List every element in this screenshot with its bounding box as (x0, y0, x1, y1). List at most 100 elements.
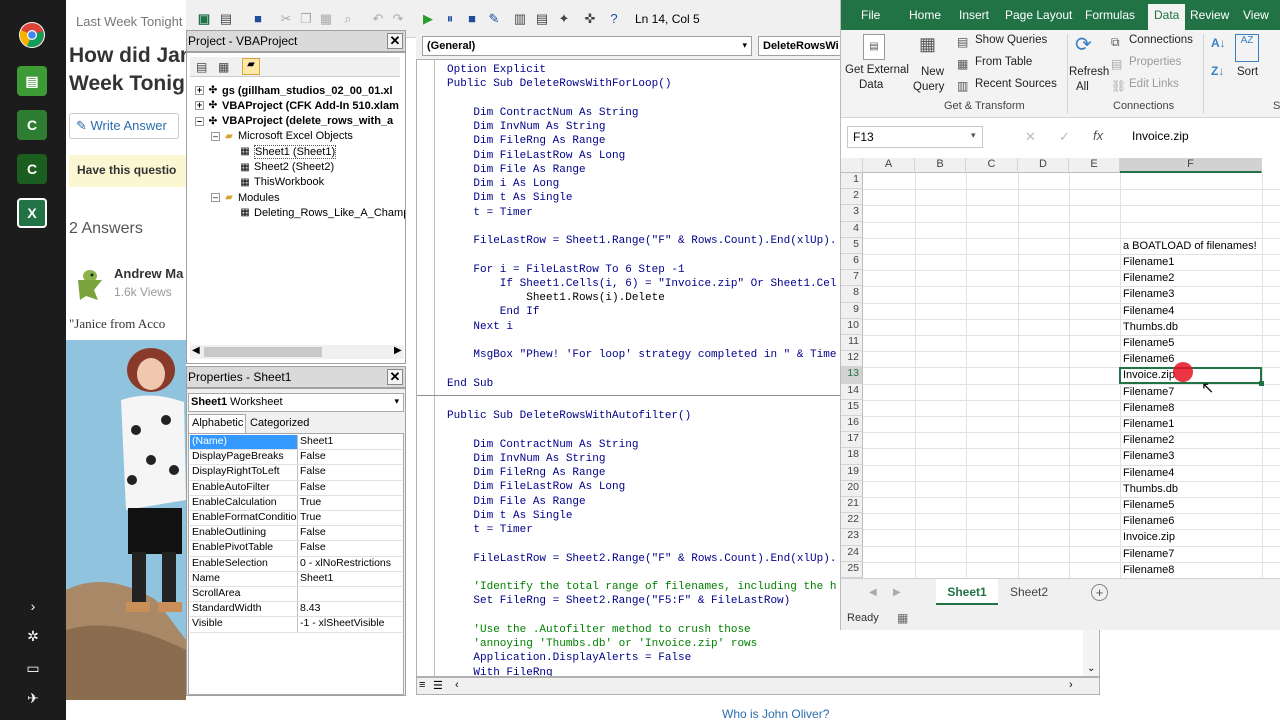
design-mode-icon[interactable]: ✎ (486, 11, 502, 27)
property-value[interactable]: True (298, 511, 321, 525)
cell-f[interactable]: Filename4 (1120, 303, 1262, 319)
chevron-down-icon[interactable]: ⌄ (1087, 663, 1095, 674)
tab-review[interactable]: Review (1190, 8, 1229, 22)
cell-f[interactable]: Filename6 (1120, 351, 1262, 367)
object-combo[interactable]: (General) ▾ (422, 36, 752, 56)
property-row[interactable]: StandardWidth 8.43 (190, 602, 402, 618)
select-all-corner[interactable] (841, 158, 863, 173)
row-header[interactable]: 19 (841, 464, 863, 481)
copy-icon[interactable]: ❐ (298, 11, 314, 27)
new-query-icon[interactable]: ▦ (919, 34, 945, 62)
scroll-left-icon[interactable]: ‹ (455, 679, 459, 691)
property-row[interactable]: Name Sheet1 (190, 571, 402, 587)
excel-icon[interactable]: X (17, 198, 47, 228)
get-external-label[interactable]: Get External (845, 64, 909, 76)
cell-f[interactable]: Filename5 (1120, 335, 1262, 351)
tab-file[interactable]: File (861, 8, 880, 22)
tree-item[interactable]: + ✣ VBAProject (CFK Add-In 510.xlam (195, 98, 399, 113)
tree-item[interactable]: + ✣ gs (gillham_studios_02_00_01.xl (195, 83, 393, 98)
cell-f[interactable] (1120, 205, 1262, 221)
code-margin[interactable] (417, 60, 435, 676)
add-sheet-button[interactable]: + (1091, 584, 1108, 601)
view-object-icon[interactable]: ▦ (218, 60, 229, 74)
notepad-icon[interactable]: ▤ (17, 66, 47, 96)
cancel-icon[interactable]: ✕ (1025, 129, 1036, 145)
sort-za-icon[interactable]: Z↓ (1211, 64, 1224, 78)
chrome-icon[interactable] (19, 22, 45, 48)
sheet-tab-sheet1[interactable]: Sheet1 (936, 579, 998, 605)
column-header[interactable]: E (1069, 158, 1120, 173)
property-value[interactable]: 0 - xlNoRestrictions (298, 557, 391, 571)
show-queries-button[interactable]: Show Queries (975, 34, 1047, 46)
column-header[interactable]: B (915, 158, 966, 173)
module-view-icon[interactable]: ☰ (433, 679, 443, 692)
tree-item[interactable]: ▦ Deleting_Rows_Like_A_Champ (227, 205, 405, 220)
row-header[interactable]: 25 (841, 561, 863, 578)
chevron-right-icon[interactable]: › (25, 598, 41, 614)
find-icon[interactable]: ⌕ (340, 11, 356, 27)
camtasia-recorder-icon[interactable]: C (17, 154, 47, 184)
answerer-name[interactable]: Andrew Ma (114, 266, 183, 281)
refresh-all-label-2[interactable]: All (1076, 81, 1089, 93)
property-row[interactable]: EnableOutlining False (190, 526, 402, 542)
fill-handle[interactable] (1259, 381, 1264, 386)
property-value[interactable]: True (298, 496, 321, 510)
cell-f[interactable]: Filename2 (1120, 432, 1262, 448)
property-value[interactable]: False (298, 450, 326, 464)
tree-hscroll[interactable]: ◀ ▶ (190, 345, 404, 359)
cell-f[interactable] (1120, 189, 1262, 205)
cell-f[interactable]: Filename6 (1120, 513, 1262, 529)
property-row[interactable]: ScrollArea (190, 587, 402, 603)
tab-insert[interactable]: Insert (959, 8, 989, 22)
write-answer-button[interactable]: ✎ Write Answer (69, 113, 179, 139)
property-value[interactable]: False (298, 526, 326, 540)
break-icon[interactable]: ⏸ (442, 11, 458, 27)
redo-icon[interactable]: ↷ (390, 11, 406, 27)
cell-f[interactable]: Filename2 (1120, 270, 1262, 286)
expand-toggle-icon[interactable] (227, 208, 236, 217)
row-header[interactable]: 4 (841, 221, 863, 238)
tab-categorized[interactable]: Categorized (246, 416, 312, 433)
cell-f[interactable]: a BOATLOAD of filenames! (1120, 238, 1262, 254)
column-header[interactable]: A (863, 158, 915, 173)
cell-f[interactable]: Filename1 (1120, 254, 1262, 270)
help-icon[interactable]: ? (606, 11, 622, 27)
macro-recording-icon[interactable]: ▦ (897, 611, 908, 625)
procedure-view-icon[interactable]: ≡ (419, 679, 425, 691)
row-header[interactable]: 10 (841, 318, 863, 335)
tab-formulas[interactable]: Formulas (1085, 8, 1135, 22)
enter-icon[interactable]: ✓ (1059, 129, 1070, 145)
property-row[interactable]: EnableSelection 0 - xlNoRestrictions (190, 556, 402, 572)
row-header[interactable]: 6 (841, 254, 863, 271)
save-icon[interactable]: ■ (250, 11, 266, 27)
cell-f[interactable] (1120, 173, 1262, 189)
cell-f[interactable]: Invoice.zip (1120, 529, 1262, 545)
insert-userform-icon[interactable]: ▤ (218, 11, 234, 27)
settings-icon[interactable]: ✲ (25, 628, 41, 645)
row-header[interactable]: 1 (841, 173, 863, 190)
row-header[interactable]: 11 (841, 335, 863, 352)
row-header[interactable]: 2 (841, 189, 863, 206)
properties-button[interactable]: Properties (1129, 56, 1181, 68)
property-row[interactable]: EnableFormatConditions True (190, 511, 402, 527)
row-header[interactable]: 20 (841, 480, 863, 497)
sort-button[interactable]: Sort (1237, 66, 1258, 78)
recent-sources-button[interactable]: Recent Sources (975, 78, 1057, 90)
row-header[interactable]: 15 (841, 399, 863, 416)
property-value[interactable]: Sheet1 (298, 572, 333, 586)
object-browser-icon[interactable]: ✦ (556, 11, 572, 27)
chevron-down-icon[interactable]: ▾ (971, 130, 976, 141)
get-external-data-icon[interactable]: ▤ (863, 34, 885, 60)
expand-toggle-icon[interactable] (227, 163, 236, 172)
expand-toggle-icon[interactable]: – (211, 193, 220, 203)
row-header[interactable]: 8 (841, 286, 863, 303)
row-header[interactable]: 9 (841, 302, 863, 319)
camtasia-icon[interactable]: C (17, 110, 47, 140)
cell-f[interactable]: Filename5 (1120, 497, 1262, 513)
tab-view[interactable]: View (1243, 8, 1269, 22)
project-explorer-icon[interactable]: ▥ (512, 11, 528, 27)
formula-bar[interactable]: Invoice.zip (1127, 126, 1280, 148)
row-header[interactable]: 7 (841, 270, 863, 287)
property-row[interactable]: EnablePivotTable False (190, 541, 402, 557)
get-external-data-label[interactable]: Data (859, 79, 883, 91)
